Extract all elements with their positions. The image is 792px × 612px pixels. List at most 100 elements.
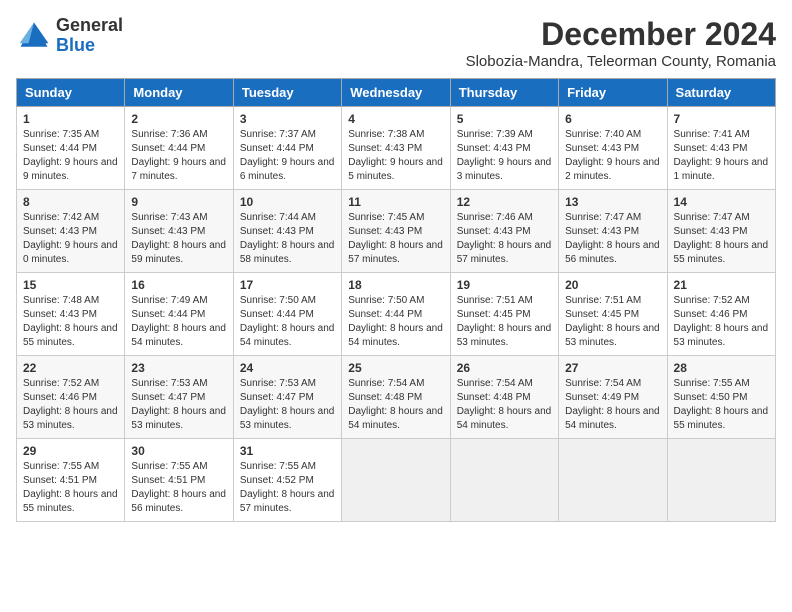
day-info: Sunrise: 7:55 AMSunset: 4:51 PMDaylight:…	[131, 460, 226, 516]
day-cell: 27Sunrise: 7:54 AMSunset: 4:49 PMDayligh…	[559, 356, 667, 439]
day-info: Sunrise: 7:46 AMSunset: 4:43 PMDaylight:…	[457, 211, 552, 267]
day-number: 19	[457, 278, 552, 292]
day-number: 12	[457, 195, 552, 209]
day-cell	[342, 439, 450, 522]
day-number: 23	[131, 361, 226, 375]
header-thursday: Thursday	[450, 79, 558, 107]
day-info: Sunrise: 7:44 AMSunset: 4:43 PMDaylight:…	[240, 211, 335, 267]
day-info: Sunrise: 7:55 AMSunset: 4:50 PMDaylight:…	[674, 377, 769, 433]
day-info: Sunrise: 7:45 AMSunset: 4:43 PMDaylight:…	[348, 211, 443, 267]
day-number: 3	[240, 112, 335, 126]
day-number: 24	[240, 361, 335, 375]
day-info: Sunrise: 7:53 AMSunset: 4:47 PMDaylight:…	[240, 377, 335, 433]
day-info: Sunrise: 7:50 AMSunset: 4:44 PMDaylight:…	[240, 294, 335, 350]
day-cell: 15Sunrise: 7:48 AMSunset: 4:43 PMDayligh…	[17, 273, 125, 356]
day-cell: 22 Sunrise: 7:52 AMSunset: 4:46 PMDayligh…	[17, 356, 125, 439]
day-number: 26	[457, 361, 552, 375]
day-info: Sunrise: 7:42 AMSunset: 4:43 PMDaylight:…	[23, 211, 118, 267]
day-number: 29	[23, 444, 118, 458]
day-number: 9	[131, 195, 226, 209]
day-info: Sunrise: 7:47 AMSunset: 4:43 PMDaylight:…	[674, 211, 769, 267]
day-cell: 18 Sunrise: 7:50 AMSunset: 4:44 PMDayligh…	[342, 273, 450, 356]
day-cell	[450, 439, 558, 522]
day-number: 2	[131, 112, 226, 126]
day-cell: 11 Sunrise: 7:45 AMSunset: 4:43 PMDayligh…	[342, 190, 450, 273]
day-number: 16	[131, 278, 226, 292]
day-cell: 12 Sunrise: 7:46 AMSunset: 4:43 PMDayligh…	[450, 190, 558, 273]
day-info: Sunrise: 7:49 AMSunset: 4:44 PMDaylight:…	[131, 294, 226, 350]
day-number: 5	[457, 112, 552, 126]
day-cell: 1 Sunrise: 7:35 AMSunset: 4:44 PMDaylight…	[17, 107, 125, 190]
day-number: 31	[240, 444, 335, 458]
day-cell: 24 Sunrise: 7:53 AMSunset: 4:47 PMDayligh…	[233, 356, 341, 439]
day-cell: 5 Sunrise: 7:39 AMSunset: 4:43 PMDaylight…	[450, 107, 558, 190]
week-row-4: 22 Sunrise: 7:52 AMSunset: 4:46 PMDayligh…	[17, 356, 776, 439]
day-info: Sunrise: 7:52 AMSunset: 4:46 PMDaylight:…	[23, 377, 118, 433]
day-info: Sunrise: 7:43 AMSunset: 4:43 PMDaylight:…	[131, 211, 226, 267]
day-number: 30	[131, 444, 226, 458]
header-wednesday: Wednesday	[342, 79, 450, 107]
day-info: Sunrise: 7:40 AMSunset: 4:43 PMDaylight:…	[565, 128, 660, 184]
day-cell	[559, 439, 667, 522]
calendar: SundayMondayTuesdayWednesdayThursdayFrid…	[16, 78, 776, 522]
day-number: 7	[674, 112, 769, 126]
day-number: 6	[565, 112, 660, 126]
day-cell: 30 Sunrise: 7:55 AMSunset: 4:51 PMDayligh…	[125, 439, 233, 522]
day-cell: 7 Sunrise: 7:41 AMSunset: 4:43 PMDaylight…	[667, 107, 775, 190]
day-cell: 31 Sunrise: 7:55 AMSunset: 4:52 PMDayligh…	[233, 439, 341, 522]
day-number: 15	[23, 278, 118, 292]
day-cell: 9 Sunrise: 7:43 AMSunset: 4:43 PMDaylight…	[125, 190, 233, 273]
day-number: 8	[23, 195, 118, 209]
day-cell: 21 Sunrise: 7:52 AMSunset: 4:46 PMDayligh…	[667, 273, 775, 356]
day-info: Sunrise: 7:37 AMSunset: 4:44 PMDaylight:…	[240, 128, 335, 184]
day-number: 4	[348, 112, 443, 126]
day-info: Sunrise: 7:55 AMSunset: 4:52 PMDaylight:…	[240, 460, 335, 516]
day-number: 18	[348, 278, 443, 292]
logo: General Blue	[16, 16, 123, 56]
day-info: Sunrise: 7:47 AMSunset: 4:43 PMDaylight:…	[565, 211, 660, 267]
day-cell: 25Sunrise: 7:54 AMSunset: 4:48 PMDayligh…	[342, 356, 450, 439]
week-row-3: 15Sunrise: 7:48 AMSunset: 4:43 PMDayligh…	[17, 273, 776, 356]
day-cell: 4 Sunrise: 7:38 AMSunset: 4:43 PMDaylight…	[342, 107, 450, 190]
day-info: Sunrise: 7:35 AMSunset: 4:44 PMDaylight:…	[23, 128, 118, 184]
day-number: 25	[348, 361, 443, 375]
day-cell: 13Sunrise: 7:47 AMSunset: 4:43 PMDayligh…	[559, 190, 667, 273]
header-monday: Monday	[125, 79, 233, 107]
title-area: December 2024 Slobozia-Mandra, Teleorman…	[466, 16, 776, 70]
week-row-5: 29 Sunrise: 7:55 AMSunset: 4:51 PMDayligh…	[17, 439, 776, 522]
day-info: Sunrise: 7:50 AMSunset: 4:44 PMDaylight:…	[348, 294, 443, 350]
day-info: Sunrise: 7:41 AMSunset: 4:43 PMDaylight:…	[674, 128, 769, 184]
day-info: Sunrise: 7:38 AMSunset: 4:43 PMDaylight:…	[348, 128, 443, 184]
day-info: Sunrise: 7:51 AMSunset: 4:45 PMDaylight:…	[565, 294, 660, 350]
day-number: 11	[348, 195, 443, 209]
day-number: 28	[674, 361, 769, 375]
day-number: 22	[23, 361, 118, 375]
day-number: 14	[674, 195, 769, 209]
day-cell: 29Sunrise: 7:55 AMSunset: 4:51 PMDayligh…	[17, 439, 125, 522]
day-number: 17	[240, 278, 335, 292]
day-cell: 10Sunrise: 7:44 AMSunset: 4:43 PMDayligh…	[233, 190, 341, 273]
month-title: December 2024	[466, 16, 776, 53]
day-cell: 19 Sunrise: 7:51 AMSunset: 4:45 PMDayligh…	[450, 273, 558, 356]
header-sunday: Sunday	[17, 79, 125, 107]
day-number: 21	[674, 278, 769, 292]
day-cell: 20 Sunrise: 7:51 AMSunset: 4:45 PMDayligh…	[559, 273, 667, 356]
day-cell: 6 Sunrise: 7:40 AMSunset: 4:43 PMDaylight…	[559, 107, 667, 190]
day-cell: 2 Sunrise: 7:36 AMSunset: 4:44 PMDaylight…	[125, 107, 233, 190]
header-friday: Friday	[559, 79, 667, 107]
day-info: Sunrise: 7:52 AMSunset: 4:46 PMDaylight:…	[674, 294, 769, 350]
header-tuesday: Tuesday	[233, 79, 341, 107]
day-cell: 14 Sunrise: 7:47 AMSunset: 4:43 PMDayligh…	[667, 190, 775, 273]
header-saturday: Saturday	[667, 79, 775, 107]
day-cell: 3 Sunrise: 7:37 AMSunset: 4:44 PMDaylight…	[233, 107, 341, 190]
day-info: Sunrise: 7:51 AMSunset: 4:45 PMDaylight:…	[457, 294, 552, 350]
header: General Blue December 2024 Slobozia-Mand…	[16, 16, 776, 70]
day-number: 1	[23, 112, 118, 126]
logo-text: General Blue	[56, 16, 123, 56]
day-info: Sunrise: 7:36 AMSunset: 4:44 PMDaylight:…	[131, 128, 226, 184]
logo-icon	[16, 18, 52, 54]
day-number: 27	[565, 361, 660, 375]
day-cell: 28 Sunrise: 7:55 AMSunset: 4:50 PMDayligh…	[667, 356, 775, 439]
day-number: 20	[565, 278, 660, 292]
day-info: Sunrise: 7:39 AMSunset: 4:43 PMDaylight:…	[457, 128, 552, 184]
